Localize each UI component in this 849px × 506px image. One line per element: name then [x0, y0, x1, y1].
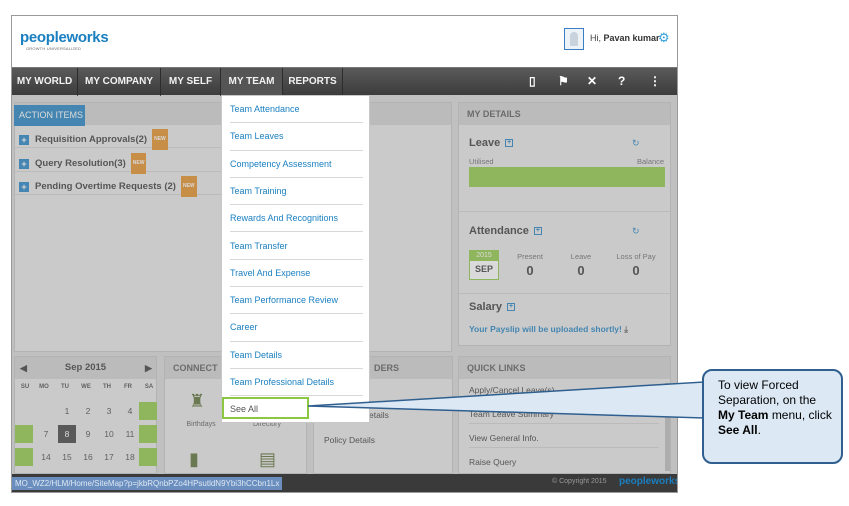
logo-tagline: GROWTH UNIVERSALIZED — [26, 46, 82, 51]
nav-my-team[interactable]: MY TEAM — [221, 68, 283, 96]
menu-team-transfer[interactable]: Team Transfer — [230, 233, 363, 260]
main-nav: MY WORLD MY COMPANY MY SELF MY TEAM REPO… — [12, 67, 677, 96]
menu-team-details[interactable]: Team Details — [230, 342, 363, 369]
app-logo[interactable]: peopleworks — [20, 29, 109, 46]
sitemap-icon[interactable]: ⋮ — [649, 74, 661, 88]
menu-career[interactable]: Career — [230, 314, 363, 342]
instruction-callout: To view Forced Separation, on the My Tea… — [702, 369, 843, 464]
nav-reports[interactable]: REPORTS — [283, 68, 343, 96]
callout-bold-see-all: See All — [718, 423, 758, 437]
user-name[interactable]: Pavan kumar — [604, 33, 660, 43]
greeting-prefix: Hi, — [590, 33, 601, 43]
status-url: MO_WZ2/HLM/Home/SiteMap?p=jkbRQnbPZo4HPs… — [12, 477, 283, 490]
callout-text: . — [757, 423, 761, 437]
user-greeting: Hi, Pavan kumar — [590, 33, 660, 43]
top-bar: peopleworks GROWTH UNIVERSALIZED Hi, Pav… — [12, 16, 677, 67]
callout-text: menu, click — [771, 408, 832, 422]
menu-team-performance-review[interactable]: Team Performance Review — [230, 287, 363, 315]
nav-my-company[interactable]: MY COMPANY — [78, 68, 161, 96]
callout-pointer-shape — [308, 381, 705, 419]
user-avatar-icon[interactable] — [564, 28, 584, 50]
footer-logo: peopleworks — [619, 476, 678, 487]
menu-team-training[interactable]: Team Training — [230, 178, 363, 206]
menu-travel-expense[interactable]: Travel And Expense — [230, 260, 363, 288]
see-all-highlight — [222, 397, 309, 419]
book-icon[interactable]: ▯ — [529, 74, 536, 88]
menu-team-attendance[interactable]: Team Attendance — [230, 96, 363, 124]
menu-rewards-recognitions[interactable]: Rewards And Recognitions — [230, 205, 363, 233]
menu-team-leaves[interactable]: Team Leaves — [230, 123, 363, 151]
status-footer: MO_WZ2/HLM/Home/SiteMap?p=jkbRQnbPZo4HPs… — [12, 474, 677, 492]
callout-pointer — [308, 381, 705, 419]
flag-icon[interactable]: ⚑ — [558, 74, 569, 88]
copyright-text: © Copyright 2015 — [552, 478, 607, 485]
callout-text: To view Forced Separation, on the — [718, 378, 817, 407]
menu-competency-assessment[interactable]: Competency Assessment — [230, 151, 363, 178]
nav-my-world[interactable]: MY WORLD — [12, 68, 78, 96]
my-team-dropdown: Team Attendance Team Leaves Competency A… — [221, 95, 370, 423]
tools-icon[interactable]: ✕ — [587, 74, 597, 88]
callout-bold-my-team: My Team — [718, 408, 769, 422]
nav-my-self[interactable]: MY SELF — [161, 68, 221, 96]
help-icon[interactable]: ? — [618, 74, 625, 88]
gear-icon[interactable]: ⚙ — [658, 30, 670, 46]
